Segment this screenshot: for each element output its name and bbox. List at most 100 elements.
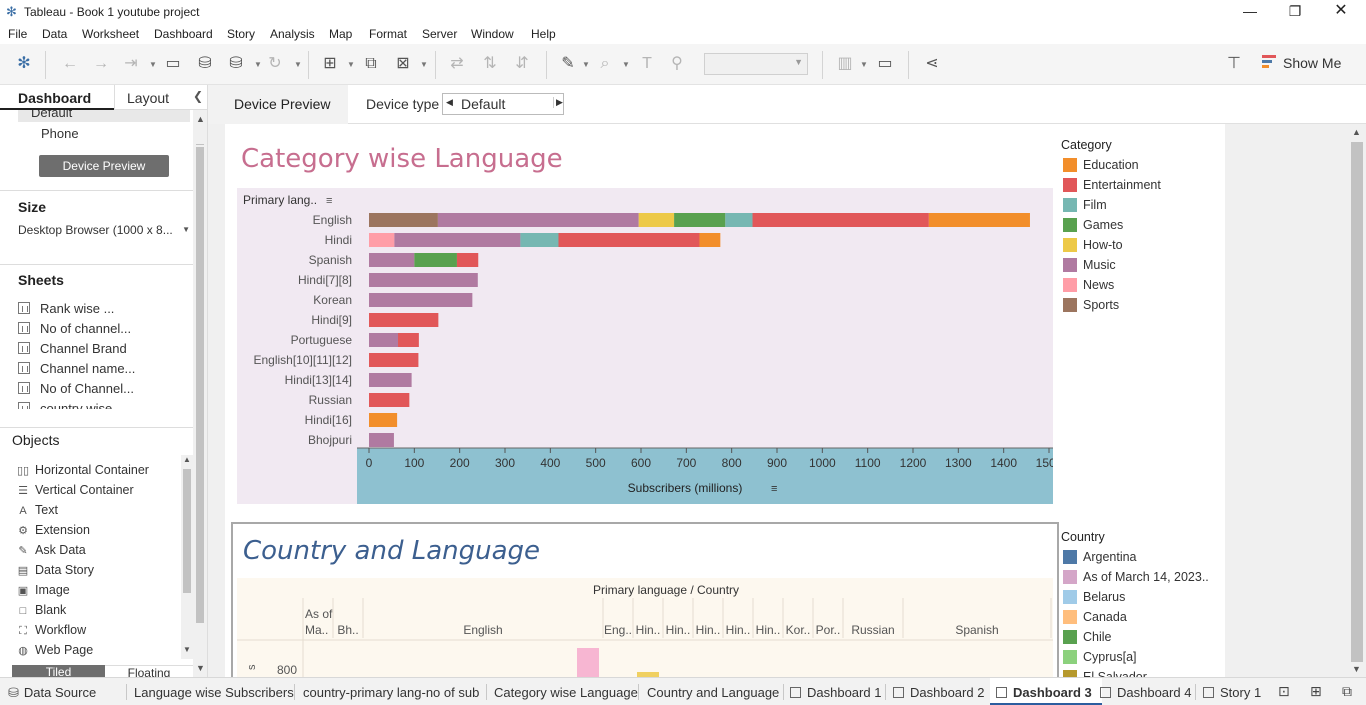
tab-dashboard-1[interactable]: Dashboard 1 [790,678,881,705]
tab-layout[interactable]: Layout [114,85,186,110]
legend-item[interactable]: How-to [1061,238,1161,258]
chevron-down-icon[interactable]: ▼ [294,60,302,69]
sheet-item[interactable]: No of channel... [18,321,131,336]
tab-data-source[interactable]: ⛁ Data Source [8,678,96,705]
menu-data[interactable]: Data [42,27,67,41]
save-icon[interactable]: ▭ [163,54,183,74]
new-data-source-icon[interactable]: ⛁ [195,54,215,74]
chevron-down-icon[interactable]: ▼ [347,60,355,69]
sheet-item[interactable]: No of Channel... [18,381,134,396]
format-painter-icon[interactable]: ⊤ [1224,54,1244,74]
menu-help[interactable]: Help [531,27,556,41]
legend-item[interactable]: Sports [1061,298,1161,318]
object-blank[interactable]: □ Blank [16,603,67,617]
sheet-item[interactable]: Rank wise ... [18,301,114,316]
chevron-up-icon[interactable]: ▲ [196,114,205,124]
object-image[interactable]: ▣ Image [16,583,70,597]
legend-item[interactable]: Film [1061,198,1161,218]
device-preview-label[interactable]: Device Preview [208,85,348,124]
tab-dashboard-2[interactable]: Dashboard 2 [893,678,984,705]
menu-story[interactable]: Story [227,27,255,41]
clear-sheet-icon[interactable]: ⊠ [393,54,413,74]
size-dropdown[interactable]: Desktop Browser (1000 x 8... ▼ [18,223,192,237]
chevron-down-icon[interactable]: ▼ [582,60,590,69]
tab-dashboard-3[interactable]: Dashboard 3 [990,678,1102,705]
menu-window[interactable]: Window [471,27,514,41]
legend-item[interactable]: Music [1061,258,1161,278]
country-language-chart[interactable]: Primary language / Country As of Ma.. Bh.. E… [237,578,1053,677]
category-language-chart[interactable]: Primary lang.. ≡ English Hindi Spanish Hindi[… [237,188,1053,504]
menu-worksheet[interactable]: Worksheet [82,27,139,41]
scrollbar-thumb[interactable] [1351,142,1363,662]
menu-format[interactable]: Format [369,27,407,41]
object-workflow[interactable]: ⛶ Workflow [16,623,86,638]
fit-dropdown[interactable]: ▼ [704,53,808,75]
legend-item[interactable]: El Salvador [1061,670,1209,677]
new-dashboard-icon[interactable]: ⊞ [1310,683,1322,700]
tab-dashboard[interactable]: Dashboard [0,85,114,110]
tab-sheet[interactable]: Country and Language [647,678,779,705]
undo-icon[interactable]: ← [60,54,80,74]
group-members-icon[interactable]: ⌕ [595,54,615,74]
object-horizontal-container[interactable]: ▯▯ Horizontal Container [16,463,149,477]
legend-item[interactable]: Education [1061,158,1161,178]
legend-item[interactable]: Chile [1061,630,1209,650]
floating-toggle[interactable]: Floating [105,665,193,677]
chevron-right-icon[interactable]: ▶ [553,97,563,108]
new-story-icon[interactable]: ⧉ [1342,683,1352,700]
swap-rows-columns-icon[interactable]: ⇄ [447,54,467,74]
duplicate-sheet-icon[interactable]: ⧉ [361,54,381,74]
fix-axes-icon[interactable]: ⚲ [667,54,687,74]
chevron-down-icon[interactable]: ▼ [149,60,157,69]
chevron-down-icon[interactable]: ▼ [420,60,428,69]
sheet-item[interactable]: country wise... [18,401,123,409]
menu-analysis[interactable]: Analysis [270,27,315,41]
chevron-down-icon[interactable]: ▼ [1352,664,1361,674]
object-ask-data[interactable]: ✎ Ask Data [16,543,85,557]
redo-icon[interactable]: → [91,54,111,74]
close-window-button[interactable]: ✕ [1318,0,1364,24]
legend-item[interactable]: Entertainment [1061,178,1161,198]
sheet-item[interactable]: Channel name... [18,361,135,376]
legend-item[interactable]: Belarus [1061,590,1209,610]
menu-server[interactable]: Server [422,27,457,41]
new-worksheet-icon[interactable]: ⊡ [1278,683,1290,700]
tiled-toggle[interactable]: Tiled [12,665,105,677]
chevron-down-icon[interactable]: ▼ [196,663,205,673]
tab-dashboard-4[interactable]: Dashboard 4 [1100,678,1191,705]
sort-descending-icon[interactable]: ⇵ [512,54,532,74]
presentation-mode-icon[interactable]: ▭ [875,54,895,74]
menu-file[interactable]: File [8,27,27,41]
chevron-up-icon[interactable]: ▲ [183,455,191,464]
sheet-item[interactable]: Channel Brand [18,341,127,356]
new-worksheet-icon[interactable]: ⊞ [320,54,340,74]
minimize-button[interactable]: — [1227,0,1273,24]
legend-item[interactable]: Cyprus[a] [1061,650,1209,670]
pause-updates-icon[interactable]: ⛁ [226,54,246,74]
show-mark-labels-icon[interactable]: T [637,54,657,74]
share-icon[interactable]: ⋖ [922,54,942,74]
object-web-page[interactable]: ◍ Web Page [16,643,93,657]
tab-story-1[interactable]: Story 1 [1203,678,1261,705]
scrollbar-thumb[interactable] [183,469,191,593]
panel-scrollbar[interactable]: ▼ [193,145,207,677]
device-item-phone[interactable]: Phone [41,126,79,141]
tab-sheet[interactable]: Language wise Subscribers [134,678,294,705]
legend-item[interactable]: Games [1061,218,1161,238]
show-me-icon[interactable] [1262,54,1276,70]
chevron-left-icon[interactable]: ◀ [446,97,453,108]
chevron-down-icon[interactable]: ▼ [183,645,191,654]
legend-item[interactable]: Argentina [1061,550,1209,570]
device-preview-button[interactable]: Device Preview [39,155,169,177]
refresh-icon[interactable]: ↻ [265,54,285,74]
object-text[interactable]: A Text [16,503,58,517]
chevron-down-icon[interactable]: ▼ [860,60,868,69]
highlight-icon[interactable]: ✎ [558,54,578,74]
menu-dashboard[interactable]: Dashboard [154,27,213,41]
restore-button[interactable]: ❐ [1272,0,1318,24]
object-data-story[interactable]: ▤ Data Story [16,563,94,577]
chevron-up-icon[interactable]: ▲ [1352,127,1361,137]
legend-item[interactable]: As of March 14, 2023.. [1061,570,1209,590]
replay-icon[interactable]: ⇥ [121,54,141,74]
chevron-left-icon[interactable]: ❮ [193,89,203,103]
